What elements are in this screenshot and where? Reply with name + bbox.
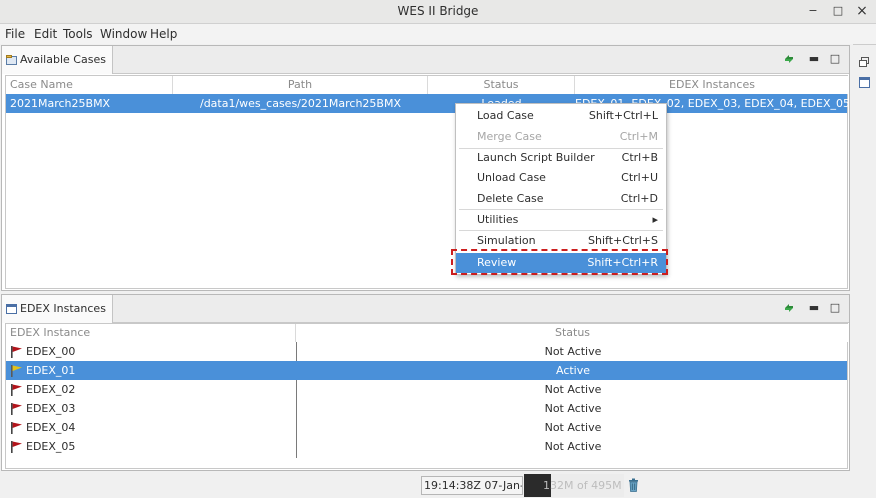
menu-item-shortcut: Shift+Ctrl+S [588,234,658,247]
minimize-view-icon[interactable]: ▬ [808,53,820,65]
side-trim [853,44,876,484]
column-header-status[interactable]: Status [428,76,575,94]
menu-item-utilities[interactable]: Utilities ▸ [456,210,666,230]
menu-item-simulation[interactable]: Simulation Shift+Ctrl+S [456,231,666,251]
available-cases-panel: Available Cases ▬ □ Case Name Path Statu… [1,45,850,291]
minimize-window-button[interactable]: − [806,4,820,18]
status-cell: Not Active [544,402,602,415]
menu-item-shortcut: Ctrl+M [619,130,658,143]
menu-item-delete-case[interactable]: Delete Case Ctrl+D [456,189,666,209]
edex-table: EDEX Instance Status EDEX_00 Not Active ED… [5,323,849,469]
menu-item-unload-case[interactable]: Unload Case Ctrl+U [456,168,666,188]
tab-edex-instances[interactable]: EDEX Instances [2,295,113,323]
table-row[interactable]: 2021March25BMX /data1/wes_cases/2021Marc… [6,94,849,113]
menu-item-merge-case[interactable]: Merge Case Ctrl+M [456,127,666,147]
menu-item-label: Merge Case [477,130,542,143]
edex-instance-cell: EDEX_02 [26,383,76,396]
refresh-icon[interactable] [783,53,795,65]
menu-bar: File Edit Tools Window Help [0,24,876,44]
column-header-status[interactable]: Status [296,324,849,342]
trash-icon[interactable] [628,478,639,492]
maximize-view-icon[interactable]: □ [829,53,841,65]
menu-item-label: Utilities [477,213,519,226]
edex-instance-cell: EDEX_03 [26,402,76,415]
window-title: WES II Bridge [397,4,479,18]
submenu-arrow-icon: ▸ [652,213,658,226]
maximize-window-button[interactable]: □ [831,4,845,18]
flag-icon [11,346,22,358]
tab-available-cases[interactable]: Available Cases [2,46,113,74]
title-bar: WES II Bridge − □ × [0,0,876,24]
status-cell: Active [555,364,591,377]
menu-item-shortcut: Shift+Ctrl+L [588,109,658,122]
table-row[interactable]: EDEX_04 Not Active [6,418,847,437]
annotation-highlight-box [451,249,668,275]
edex-instance-cell: EDEX_04 [26,421,76,434]
table-row[interactable]: EDEX_03 Not Active [6,399,847,418]
flag-icon [11,441,22,453]
maximize-view-icon[interactable]: □ [829,302,841,314]
refresh-icon[interactable] [783,302,795,314]
table-row[interactable]: EDEX_01 Active [6,361,847,380]
status-cell: Not Active [544,383,602,396]
edex-panel-tabbar: EDEX Instances ▬ □ [2,295,849,323]
tab-edex-instances-label: EDEX Instances [20,302,106,315]
status-cell: Not Active [544,440,602,453]
tab-available-cases-label: Available Cases [20,53,106,66]
edex-instance-cell: EDEX_00 [26,345,76,358]
edex-instances-panel: EDEX Instances ▬ □ EDEX Instance Status … [1,294,850,471]
menu-item-load-case[interactable]: Load Case Shift+Ctrl+L [456,106,666,126]
edex-instance-cell: EDEX_05 [26,440,76,453]
column-header-case-name[interactable]: Case Name [6,76,173,94]
status-cell: Not Active [544,345,602,358]
case-name-cell: 2021March25BMX [10,97,111,110]
menu-edit[interactable]: Edit [34,27,57,41]
menu-window[interactable]: Window [100,27,147,41]
column-header-edex-instance[interactable]: EDEX Instance [6,324,296,342]
menu-item-launch-script-builder[interactable]: Launch Script Builder Ctrl+B [456,148,666,168]
cases-view-icon [6,55,17,65]
menu-item-label: Simulation [477,234,536,247]
flag-icon [11,365,22,377]
column-header-path[interactable]: Path [173,76,428,94]
path-cell: /data1/wes_cases/2021March25BMX [199,97,401,110]
status-cell: Not Active [544,421,602,434]
table-row[interactable]: EDEX_05 Not Active [6,437,847,456]
menu-item-label: Delete Case [477,192,544,205]
menu-item-label: Load Case [477,109,534,122]
menu-tools[interactable]: Tools [63,27,93,41]
memory-indicator: 132M of 495M [524,474,624,497]
trim-divider [853,44,876,45]
panel-view-icon[interactable] [859,77,870,88]
menu-item-shortcut: Ctrl+B [621,151,658,164]
close-window-button[interactable]: × [855,4,869,18]
menu-file[interactable]: File [5,27,25,41]
table-row[interactable]: EDEX_00 Not Active [6,342,847,361]
menu-help[interactable]: Help [150,27,177,41]
cases-table: Case Name Path Status EDEX Instances 202… [5,75,849,289]
flag-icon [11,384,22,396]
edex-instance-cell: EDEX_01 [26,364,76,377]
edex-view-icon [6,304,17,314]
status-time: 19:14:38Z 07-Jan-22: [421,476,523,495]
flag-icon [11,422,22,434]
menu-item-label: Launch Script Builder [477,151,595,164]
menu-item-shortcut: Ctrl+D [620,192,658,205]
menu-item-label: Unload Case [477,171,546,184]
menu-item-shortcut: Ctrl+U [621,171,658,184]
flag-icon [11,403,22,415]
cases-panel-tabbar: Available Cases ▬ □ [2,46,849,74]
status-bar: 19:14:38Z 07-Jan-22: 132M of 495M [0,472,876,498]
restore-icon[interactable] [859,57,869,67]
table-row[interactable]: EDEX_02 Not Active [6,380,847,399]
minimize-view-icon[interactable]: ▬ [808,302,820,314]
column-header-edex-instances[interactable]: EDEX Instances [575,76,849,94]
memory-text: 132M of 495M [543,479,622,492]
